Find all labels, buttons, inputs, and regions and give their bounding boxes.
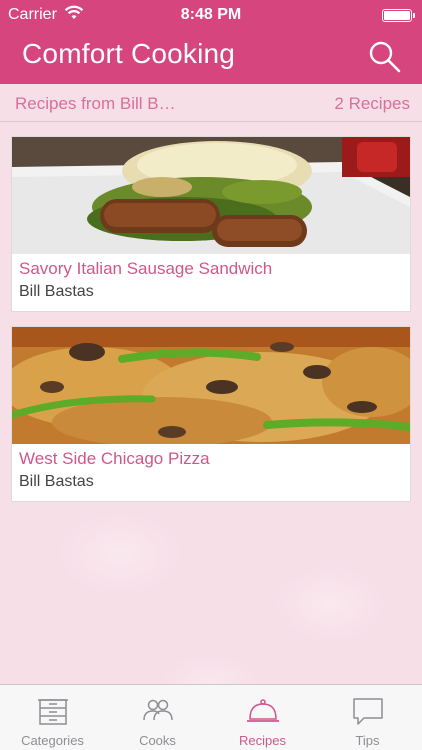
serving-dish-icon xyxy=(247,699,279,722)
cabinet-icon xyxy=(38,699,68,725)
search-icon[interactable] xyxy=(368,40,402,74)
recipe-photo xyxy=(12,137,410,254)
navigation-bar: Comfort Cooking xyxy=(0,30,422,84)
battery-icon xyxy=(382,9,415,22)
status-bar: Carrier 8:48 PM xyxy=(0,0,422,30)
results-header: Recipes from Bill B… 2 Recipes xyxy=(0,84,422,122)
recipe-card[interactable]: West Side Chicago Pizza Bill Bastas xyxy=(11,326,411,502)
speech-bubble-icon xyxy=(353,698,383,725)
clock: 8:48 PM xyxy=(180,6,242,23)
tab-recipes[interactable]: Recipes xyxy=(210,685,315,750)
people-icon xyxy=(143,699,173,721)
tab-label: Recipes xyxy=(239,733,286,748)
filter-label: Recipes from Bill B… xyxy=(15,94,176,113)
recipe-photo xyxy=(12,327,410,444)
recipe-card[interactable]: Savory Italian Sausage Sandwich Bill Bas… xyxy=(11,136,411,312)
tab-label: Cooks xyxy=(139,733,176,748)
recipe-cook: Bill Bastas xyxy=(19,473,94,490)
tab-categories[interactable]: Categories xyxy=(0,685,105,750)
recipe-name: West Side Chicago Pizza xyxy=(19,449,210,468)
page-title: Comfort Cooking xyxy=(22,38,236,69)
tab-bar: Categories Cooks Recipes Tips xyxy=(0,684,422,750)
tab-label: Tips xyxy=(355,733,380,748)
recipe-name: Savory Italian Sausage Sandwich xyxy=(19,259,273,278)
app-screen: Carrier 8:48 PM Comfort Cooking Recipes … xyxy=(0,0,422,750)
tab-cooks[interactable]: Cooks xyxy=(105,685,210,750)
recipe-count: 2 Recipes xyxy=(334,94,410,113)
tab-label: Categories xyxy=(21,733,84,748)
recipe-cook: Bill Bastas xyxy=(19,283,94,300)
tab-tips[interactable]: Tips xyxy=(315,685,420,750)
